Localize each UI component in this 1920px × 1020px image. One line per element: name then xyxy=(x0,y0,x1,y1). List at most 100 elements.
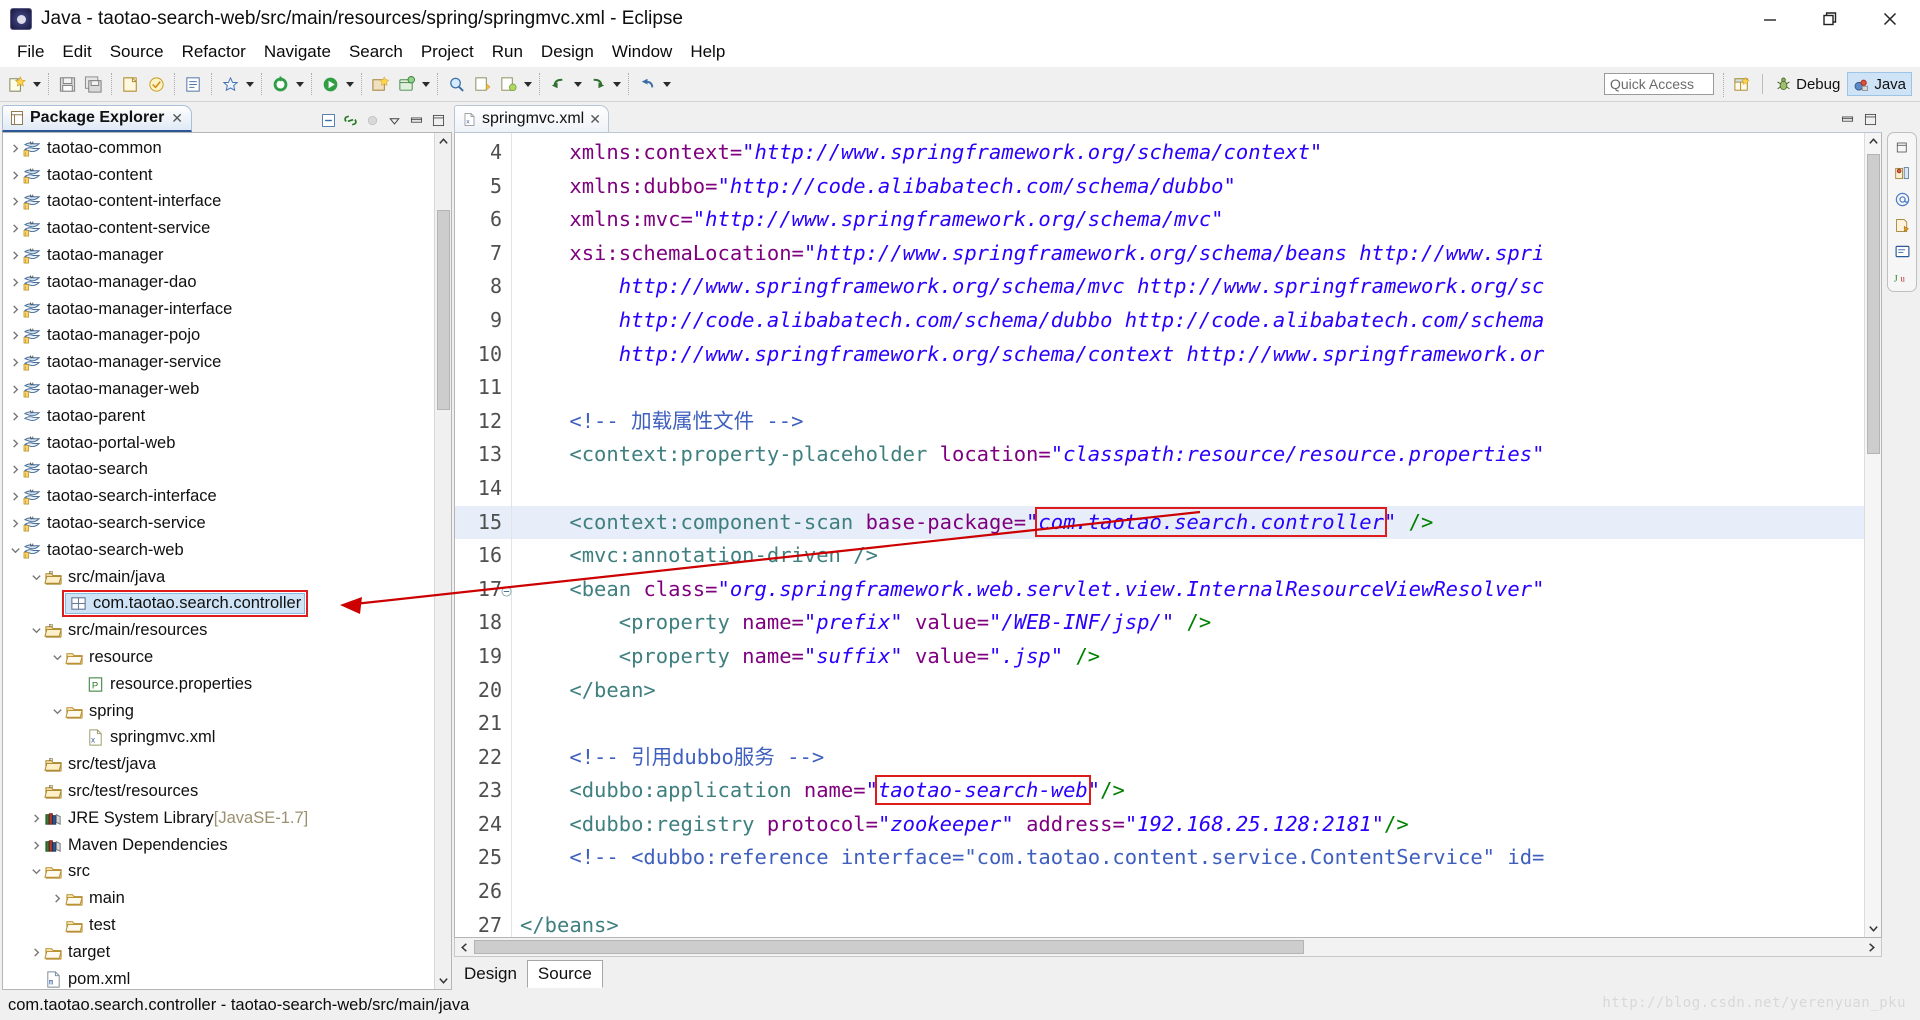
chevron-right-icon[interactable] xyxy=(28,832,44,858)
tree-item[interactable]: M ! taotao-content-service xyxy=(3,215,434,242)
chevron-right-icon[interactable] xyxy=(7,216,23,242)
undo-icon[interactable] xyxy=(634,71,660,97)
scroll-left-icon[interactable] xyxy=(455,939,474,956)
print-icon[interactable] xyxy=(117,71,143,97)
chevron-right-icon[interactable] xyxy=(7,243,23,269)
scroll-thumb[interactable] xyxy=(1866,154,1880,454)
minimize-icon[interactable] xyxy=(406,110,426,130)
forward-dropdown[interactable] xyxy=(610,71,623,97)
at-sign-icon[interactable] xyxy=(1892,189,1912,209)
new-package-dropdown[interactable] xyxy=(419,71,432,97)
tree-item[interactable]: M ! taotao-common xyxy=(3,135,434,162)
tree-item[interactable]: m pom.xml xyxy=(3,966,434,989)
tree-item[interactable]: M ! taotao-search xyxy=(3,457,434,484)
tree-item[interactable]: src xyxy=(3,859,434,886)
tree-item[interactable]: m src/test/java xyxy=(3,751,434,778)
tree-item[interactable]: m src/main/resources xyxy=(3,617,434,644)
java-browsing-icon[interactable] xyxy=(1892,163,1912,183)
hscroll-thumb[interactable] xyxy=(474,939,1304,954)
chevron-right-icon[interactable] xyxy=(7,403,23,429)
build-icon[interactable] xyxy=(143,71,169,97)
menu-search[interactable]: Search xyxy=(340,40,412,64)
menu-edit[interactable]: Edit xyxy=(53,40,100,64)
run-icon[interactable] xyxy=(317,71,343,97)
code-line[interactable] xyxy=(512,472,1864,506)
code-line[interactable]: </bean> xyxy=(512,674,1864,708)
minimize-icon[interactable] xyxy=(1837,109,1857,129)
back-icon[interactable] xyxy=(545,71,571,97)
tree-item[interactable]: main xyxy=(3,885,434,912)
code-line[interactable] xyxy=(512,707,1864,741)
code-line[interactable]: <property name="prefix" value="/WEB-INF/… xyxy=(512,606,1864,640)
tree-item[interactable]: x springmvc.xml xyxy=(3,725,434,752)
tree-item[interactable]: M ! taotao-manager-web xyxy=(3,376,434,403)
chevron-down-icon[interactable] xyxy=(49,645,65,671)
chevron-down-icon[interactable] xyxy=(28,618,44,644)
scroll-down-icon[interactable] xyxy=(435,972,452,989)
tree-vertical-scrollbar[interactable] xyxy=(434,133,451,989)
close-button[interactable] xyxy=(1860,0,1920,38)
tree-item[interactable]: M ! taotao-manager xyxy=(3,242,434,269)
package-explorer-tree[interactable]: M ! taotao-common M ! taotao-content M ! ta… xyxy=(3,133,434,989)
tree-item[interactable]: m src/main/java xyxy=(3,564,434,591)
tree-item[interactable]: Mtaotao-parent xyxy=(3,403,434,430)
chevron-right-icon[interactable] xyxy=(7,135,23,161)
link-with-editor-icon[interactable] xyxy=(340,110,360,130)
chevron-right-icon[interactable] xyxy=(7,296,23,322)
tree-item[interactable]: com.taotao.search.controller xyxy=(3,590,434,618)
tab-package-explorer[interactable]: Package Explorer ✕ xyxy=(2,105,193,132)
tree-item[interactable]: Presource.properties xyxy=(3,671,434,698)
code-line[interactable]: <!-- <dubbo:reference interface="com.tao… xyxy=(512,841,1864,875)
code-line[interactable]: <!-- 加载属性文件 --> xyxy=(512,405,1864,439)
tree-item[interactable]: target xyxy=(3,939,434,966)
hscroll-track[interactable] xyxy=(474,939,1862,956)
servers-icon[interactable] xyxy=(1892,215,1912,235)
scroll-right-icon[interactable] xyxy=(1862,939,1881,956)
menu-help[interactable]: Help xyxy=(681,40,734,64)
code-line[interactable]: <property name="suffix" value=".jsp" /> xyxy=(512,640,1864,674)
tab-design[interactable]: Design xyxy=(454,960,527,988)
chevron-right-icon[interactable] xyxy=(7,457,23,483)
restore-button[interactable] xyxy=(1800,0,1860,38)
tree-item[interactable]: M ! taotao-search-interface xyxy=(3,483,434,510)
chevron-right-icon[interactable] xyxy=(7,377,23,403)
code-line[interactable]: <bean class="org.springframework.web.ser… xyxy=(512,573,1864,607)
undo-dropdown[interactable] xyxy=(660,71,673,97)
open-perspective-icon[interactable] xyxy=(1729,72,1755,96)
menu-run[interactable]: Run xyxy=(483,40,532,64)
external-tools-dropdown[interactable] xyxy=(243,71,256,97)
tree-item[interactable]: M ! taotao-portal-web xyxy=(3,430,434,457)
restore-view-icon[interactable] xyxy=(1892,137,1912,157)
chevron-right-icon[interactable] xyxy=(7,484,23,510)
menu-navigate[interactable]: Navigate xyxy=(255,40,340,64)
menu-refactor[interactable]: Refactor xyxy=(173,40,255,64)
tree-item[interactable]: M ! taotao-manager-pojo xyxy=(3,323,434,350)
editor-code-area[interactable]: xmlns:context="http://www.springframewor… xyxy=(512,133,1864,937)
run-dropdown[interactable] xyxy=(343,71,356,97)
chevron-down-icon[interactable] xyxy=(7,537,23,563)
code-line[interactable]: xmlns:mvc="http://www.springframework.or… xyxy=(512,203,1864,237)
scroll-down-icon[interactable] xyxy=(1865,920,1882,937)
perspective-debug[interactable]: Debug xyxy=(1770,72,1845,96)
minimize-button[interactable] xyxy=(1740,0,1800,38)
code-line[interactable] xyxy=(512,371,1864,405)
chevron-down-icon[interactable] xyxy=(28,564,44,590)
search-icon[interactable] xyxy=(443,71,469,97)
new-wizard-icon[interactable] xyxy=(4,71,30,97)
tree-item[interactable]: M ! taotao-manager-service xyxy=(3,349,434,376)
code-line[interactable]: <mvc:annotation-driven /> xyxy=(512,539,1864,573)
junit-icon[interactable]: J u xyxy=(1892,267,1912,287)
code-line[interactable]: <context:component-scan base-package="co… xyxy=(512,505,1864,540)
previous-annotation-icon[interactable] xyxy=(495,71,521,97)
tree-item[interactable]: test xyxy=(3,912,434,939)
code-line[interactable]: xsi:schemaLocation="http://www.springfra… xyxy=(512,237,1864,271)
code-line[interactable]: <dubbo:registry protocol="zookeeper" add… xyxy=(512,808,1864,842)
tree-item[interactable]: M ! taotao-manager-interface xyxy=(3,296,434,323)
code-line[interactable]: <!-- 引用dubbo服务 --> xyxy=(512,741,1864,775)
chevron-right-icon[interactable] xyxy=(49,886,65,912)
menu-project[interactable]: Project xyxy=(412,40,483,64)
tree-item[interactable]: M ! taotao-content-interface xyxy=(3,189,434,216)
code-line[interactable]: </beans> xyxy=(512,909,1864,937)
menu-source[interactable]: Source xyxy=(101,40,173,64)
collapse-all-icon[interactable] xyxy=(318,110,338,130)
